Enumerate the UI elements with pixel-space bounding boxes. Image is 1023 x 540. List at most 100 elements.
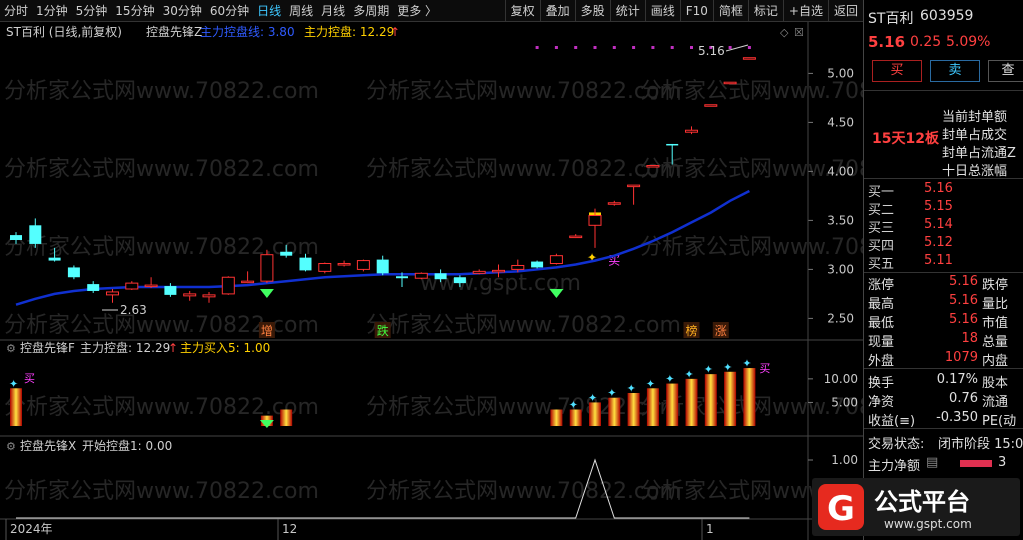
sell-button[interactable]: 卖 xyxy=(930,60,980,82)
period-tab[interactable]: 60分钟 xyxy=(206,0,253,22)
list-icon[interactable]: ▤ xyxy=(926,455,938,470)
period-tab[interactable]: 周线 xyxy=(285,0,317,22)
stat-label: 外盘 xyxy=(868,354,895,369)
period-tab[interactable]: 15分钟 xyxy=(111,0,158,22)
trade-status: 闭市阶段 15:0 xyxy=(938,437,1023,452)
seal-info-item: 十日总涨幅 xyxy=(942,164,1008,179)
sub1-bar xyxy=(280,409,293,426)
candle xyxy=(67,265,80,280)
kline-chart[interactable]: 分析家公式网www.70822.com 分析家公式网www.70822.com分析… xyxy=(0,22,955,540)
y-tick-label: 2.50 xyxy=(827,311,854,325)
toolbar-action-button[interactable]: 叠加 xyxy=(539,0,575,22)
candle-body xyxy=(511,264,525,270)
toolbar-action-button[interactable]: 统计 xyxy=(609,0,645,22)
sub1-label1: 主力控盘: 12.29 xyxy=(80,340,170,355)
bid-label: 买四 xyxy=(868,239,895,254)
indicator-value-label: 主力控盘: 12.29 xyxy=(304,24,394,39)
stat-value: 0.76 xyxy=(949,391,978,406)
candle-body xyxy=(87,284,100,291)
limit-streak: 15天12板 xyxy=(872,131,939,147)
period-tab[interactable]: 日线 xyxy=(253,0,285,22)
y-tick-label: 5.00 xyxy=(827,66,854,80)
close-icon[interactable]: ☒ xyxy=(794,26,804,39)
candle-body xyxy=(337,263,351,266)
period-tab[interactable]: 5分钟 xyxy=(72,0,112,22)
candle xyxy=(125,281,139,290)
watermark-text: 分析家公式网www.70822.com xyxy=(366,157,681,182)
y-tick-label: 1.00 xyxy=(831,453,858,467)
seal-info-item: 封单占流通Z xyxy=(942,146,1016,161)
indicator-line-label: 主力控盘线: 3.80 xyxy=(200,24,295,39)
gear-icon[interactable]: ⚙ xyxy=(6,440,16,453)
candle-body xyxy=(531,261,544,268)
stat-value: 0.17% xyxy=(936,372,978,387)
divider xyxy=(864,272,1023,273)
sub1-bar xyxy=(589,402,601,426)
candle xyxy=(376,255,389,276)
period-tab[interactable]: 30分钟 xyxy=(159,0,206,22)
bid-price: 5.12 xyxy=(924,235,953,250)
toolbar-actions: 复权 叠加 多股 统计 画线 F10 简框 标记 +自选 返回 xyxy=(504,0,863,22)
stat-label: 净资 xyxy=(868,395,895,410)
candle xyxy=(202,291,216,303)
candle xyxy=(414,272,428,280)
stat-label: 市值 xyxy=(982,316,1009,331)
toolbar-action-button[interactable]: 复权 xyxy=(504,0,540,22)
candle-body xyxy=(396,276,408,279)
bid-price: 5.11 xyxy=(924,253,953,268)
query-button[interactable]: 查 xyxy=(988,60,1023,82)
period-tab[interactable]: 更多 〉 xyxy=(393,0,441,22)
stat-label: 换手 xyxy=(868,376,895,391)
bid-label: 买五 xyxy=(868,257,895,272)
watermark-text: 分析家公式网www.70822.com xyxy=(4,479,319,504)
stat-label: 内盘 xyxy=(982,354,1009,369)
candle-body xyxy=(318,263,332,272)
buy-button[interactable]: 买 xyxy=(872,60,922,82)
signal-dot xyxy=(574,46,578,49)
sub1-bar xyxy=(569,409,582,426)
stat-label: 最低 xyxy=(868,316,895,331)
stock-code: 603959 xyxy=(920,8,974,24)
period-tab[interactable]: 1分钟 xyxy=(32,0,72,22)
trade-status-label: 交易状态: xyxy=(868,437,925,452)
period-tab[interactable]: 分时 xyxy=(0,0,32,22)
candle-body xyxy=(472,270,486,274)
up-arrow-icon: ↑ xyxy=(390,25,400,39)
logo-g-letter: G xyxy=(827,489,855,529)
signal-dot xyxy=(728,46,732,49)
candle-body xyxy=(549,255,563,265)
toolbar-action-button[interactable]: 标记 xyxy=(747,0,783,22)
seal-info-item: 当前封单额 xyxy=(942,110,1008,125)
butterfly-icon: ✦ xyxy=(627,382,636,395)
candle xyxy=(685,126,698,135)
candle-body xyxy=(376,259,389,274)
sub1-indicator-name: 控盘先锋F xyxy=(20,340,75,355)
candle-body xyxy=(183,293,197,297)
toolbar-action-button[interactable]: +自选 xyxy=(782,0,828,22)
butterfly-icon: ✦ xyxy=(646,377,655,390)
toolbar-action-button[interactable]: 画线 xyxy=(644,0,680,22)
candle xyxy=(646,165,660,168)
period-tab[interactable]: 多周期 xyxy=(349,0,393,22)
toolbar-action-button[interactable]: 多股 xyxy=(574,0,610,22)
toolbar-action-button[interactable]: 简框 xyxy=(712,0,748,22)
chart-area[interactable]: 分析家公式网www.70822.com 分析家公式网www.70822.com 分析… xyxy=(0,22,955,540)
signal-dot xyxy=(690,46,693,49)
toolbar-action-button[interactable]: F10 xyxy=(679,0,713,22)
logo-url: www.gspt.com xyxy=(884,517,972,531)
candle xyxy=(723,81,737,85)
gear-icon[interactable]: ⚙ xyxy=(6,342,16,355)
candle xyxy=(106,289,119,303)
period-tab[interactable]: 月线 xyxy=(317,0,349,22)
candle-body xyxy=(67,267,80,278)
divider xyxy=(864,368,1023,369)
y-tick-label: 5.00 xyxy=(831,395,858,409)
sub1-buy-label: 买 xyxy=(24,372,35,385)
stat-label: 股本 xyxy=(982,376,1009,391)
butterfly-icon: ✦ xyxy=(685,368,694,381)
bid-price: 5.15 xyxy=(924,199,953,214)
butterfly-icon: ✦ xyxy=(9,377,18,390)
candle-body xyxy=(241,280,255,284)
toolbar-action-button[interactable]: 返回 xyxy=(827,0,863,22)
x-tick-label: 1 xyxy=(706,522,714,536)
